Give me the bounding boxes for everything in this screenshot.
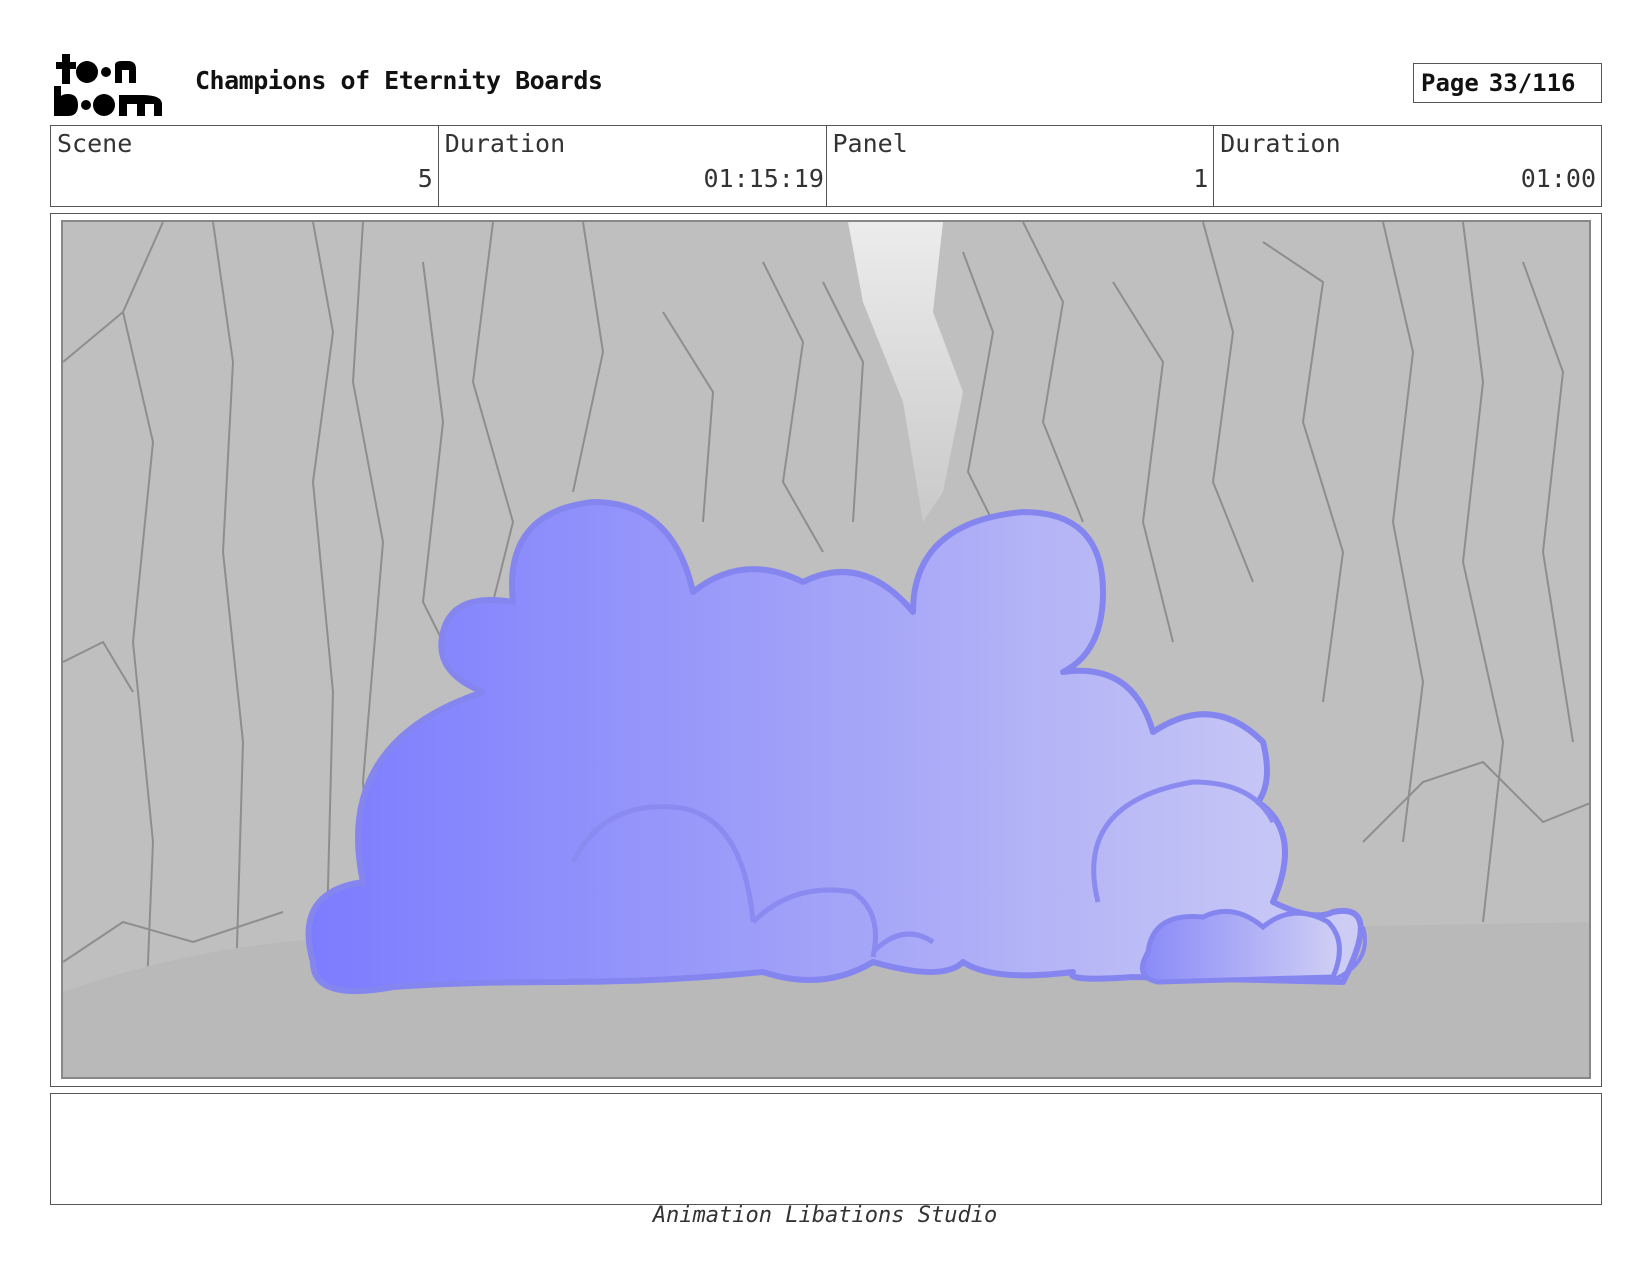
notes-box bbox=[50, 1093, 1602, 1205]
scene-cell: Scene 5 bbox=[51, 126, 439, 206]
panel-duration-value: 01:00 bbox=[1520, 164, 1596, 193]
scene-value: 5 bbox=[417, 164, 433, 193]
board-title: Champions of Eternity Boards bbox=[195, 66, 603, 95]
panel-value: 1 bbox=[1193, 164, 1209, 193]
scene-duration-value: 01:15:19 bbox=[703, 164, 824, 193]
panel-duration-label: Duration bbox=[1220, 129, 1341, 158]
studio-footer: Animation Libations Studio bbox=[652, 1203, 998, 1228]
page-indicator: Page 33/116 bbox=[1413, 63, 1602, 103]
scene-duration-label: Duration bbox=[444, 129, 566, 158]
scene-duration-cell: Duration 01:15:19 bbox=[439, 126, 827, 206]
panel-image bbox=[61, 220, 1591, 1079]
page-number: 33/116 bbox=[1488, 69, 1576, 97]
toon-boom-logo bbox=[52, 52, 170, 118]
small-smoke-cloud bbox=[1139, 908, 1342, 985]
scene-label: Scene bbox=[57, 129, 133, 158]
panel-info-row: Scene 5 Duration 01:15:19 Panel 1 Durati… bbox=[50, 125, 1602, 207]
panel-label: Panel bbox=[832, 129, 908, 158]
page-label: Page bbox=[1421, 69, 1479, 97]
panel-duration-cell: Duration 01:00 bbox=[1214, 126, 1601, 206]
panel-cell: Panel 1 bbox=[827, 126, 1215, 206]
